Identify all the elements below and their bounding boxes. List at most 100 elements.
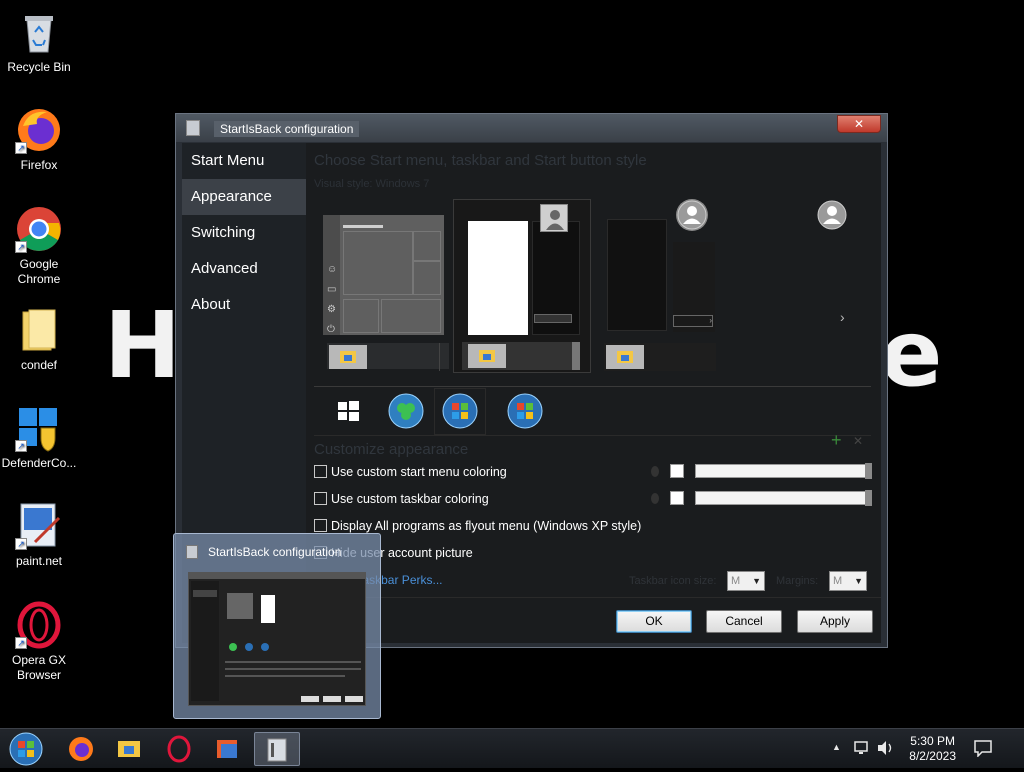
custom-taskbar-coloring-row[interactable]: Use custom taskbar coloring [314, 492, 489, 508]
taskbar-icon-size-dropdown[interactable]: M ▼ [727, 571, 765, 591]
custom-taskbar-coloring-label: Use custom taskbar coloring [331, 492, 489, 506]
style-option-windows10[interactable]: ☺ ▭ ⚙ ⏻ [323, 215, 444, 335]
recycle-bin-icon [15, 8, 63, 56]
custom-taskbar-coloring-checkbox[interactable] [314, 492, 327, 505]
clock-date: 8/2/2023 [909, 749, 956, 763]
custom-start-menu-coloring-row[interactable]: Use custom start menu coloring [314, 465, 507, 481]
desktop-icon-condef[interactable]: condef [0, 306, 78, 373]
start-menu-color-slider[interactable] [695, 463, 872, 479]
desktop-icon-recycle-bin[interactable]: Recycle Bin [0, 8, 78, 75]
shortcut-arrow-icon: ↗ [15, 142, 27, 154]
taskbar-thumbnail-preview[interactable]: StartIsBack configuration [173, 533, 381, 719]
taskbar-preview-1 [327, 343, 449, 369]
window-title: StartIsBack configuration [214, 121, 360, 137]
window-titlebar[interactable]: StartIsBack configuration ✕ [176, 114, 887, 142]
desktop-icon-firefox[interactable]: ↗ Firefox [0, 106, 78, 173]
margins-label: Margins: [776, 575, 819, 587]
chevron-down-icon: ▼ [752, 576, 761, 586]
shortcut-arrow-icon: ↗ [15, 637, 27, 649]
wallpaper-text-right: e [880, 300, 945, 407]
wallpaper-text-left: H [104, 292, 183, 399]
start-menu-opacity-icon [651, 466, 659, 477]
start-button-windows7-alt[interactable] [505, 391, 545, 431]
desktop-icon-defender-control[interactable]: ↗ DefenderCo... [0, 404, 78, 471]
start-button-windows7[interactable] [434, 388, 486, 435]
start-button-clover[interactable] [386, 391, 426, 431]
paint-net-icon: ↗ [15, 502, 63, 550]
defender-control-icon: ↗ [15, 404, 63, 452]
margins-dropdown[interactable]: M ▼ [829, 571, 867, 591]
taskbar-firefox[interactable] [62, 732, 100, 766]
startisback-app-icon [186, 120, 200, 136]
opera-gx-icon [167, 735, 191, 763]
windows10-logo-icon [338, 401, 359, 421]
nav-appearance[interactable]: Appearance [182, 179, 306, 215]
style-option-dark[interactable]: › [607, 219, 717, 335]
taskbar-preview-3-folder-icon [606, 345, 644, 369]
windows7-orb-icon [442, 393, 478, 429]
startisback-app-icon [186, 545, 198, 559]
custom-start-menu-coloring-checkbox[interactable] [314, 465, 327, 478]
chevron-down-icon: ▼ [854, 576, 863, 586]
start-orb-icon [9, 732, 43, 766]
apply-button[interactable]: Apply [797, 610, 873, 633]
customize-heading: Customize appearance [314, 441, 469, 458]
nav-switching[interactable]: Switching [182, 215, 306, 251]
shortcut-arrow-icon: ↗ [15, 241, 27, 253]
flyout-menu-label: Display All programs as flyout menu (Win… [331, 519, 642, 533]
style-heading: Choose Start menu, taskbar and Start but… [314, 152, 647, 169]
file-explorer-icon [118, 741, 140, 757]
close-button[interactable]: ✕ [837, 115, 881, 133]
system-clock[interactable]: 5:30 PM 8/2/2023 [909, 734, 956, 764]
flyout-menu-checkbox[interactable] [314, 519, 327, 532]
opera-gx-icon: ↗ [15, 601, 63, 649]
shortcut-arrow-icon: ↗ [15, 440, 27, 452]
user-avatar-icon-2 [676, 199, 708, 231]
remove-color-icon[interactable]: ✕ [853, 434, 863, 448]
thumbnail-image [188, 572, 366, 706]
network-icon[interactable] [853, 739, 871, 760]
taskbar-color-swatch[interactable] [670, 491, 684, 505]
taskbar-color-slider[interactable] [695, 490, 872, 506]
taskbar-opera-gx[interactable] [160, 732, 198, 766]
taskbar-preview-1-folder-icon [329, 345, 367, 369]
chrome-icon: ↗ [15, 205, 63, 253]
desktop: H e Recycle Bin ↗ Firefox ↗ Google Chrom… [0, 0, 1024, 728]
taskbar-opacity-icon [651, 493, 659, 504]
style-option-windows7[interactable] [453, 199, 591, 373]
thumbnail-title: StartIsBack configuration [208, 545, 342, 559]
taskbar-preview-2-folder-icon [468, 344, 506, 368]
appearance-content: Choose Start menu, taskbar and Start but… [306, 143, 881, 643]
firefox-icon: ↗ [15, 106, 63, 154]
slider-thumb[interactable] [865, 490, 872, 506]
start-button[interactable] [6, 731, 46, 767]
desktop-icon-opera-gx[interactable]: ↗ Opera GX Browser [0, 601, 78, 683]
add-color-icon[interactable]: + [831, 430, 842, 451]
taskbar-startisback-config[interactable] [254, 732, 300, 766]
action-center-icon[interactable] [973, 739, 993, 760]
nav-start-menu[interactable]: Start Menu [182, 143, 306, 179]
taskbar: ▲ 5:30 PM 8/2/2023 [0, 728, 1024, 768]
volume-icon[interactable] [876, 739, 896, 760]
next-style-arrow[interactable]: › [840, 309, 845, 325]
custom-start-menu-coloring-label: Use custom start menu coloring [331, 465, 507, 479]
slider-thumb[interactable] [865, 463, 872, 479]
nav-about[interactable]: About [182, 287, 306, 323]
start-button-windows10[interactable] [328, 391, 368, 431]
taskbar-app-stack[interactable] [208, 732, 246, 766]
desktop-icon-paint-net[interactable]: ↗ paint.net [0, 502, 78, 569]
desktop-icon-chrome[interactable]: ↗ Google Chrome [0, 205, 78, 287]
taskbar-file-explorer[interactable] [110, 732, 148, 766]
user-avatar-icon [540, 204, 568, 232]
show-hidden-icons-chevron[interactable]: ▲ [832, 742, 841, 752]
nav-advanced[interactable]: Advanced [182, 251, 306, 287]
taskbar-icon-size-label: Taskbar icon size: [629, 575, 717, 587]
firefox-icon [69, 737, 93, 761]
startisback-config-icon [267, 738, 287, 762]
cancel-button[interactable]: Cancel [706, 610, 782, 633]
clover-orb-icon [388, 393, 424, 429]
clock-time: 5:30 PM [910, 734, 955, 748]
start-menu-color-swatch[interactable] [670, 464, 684, 478]
shortcut-arrow-icon: ↗ [15, 538, 27, 550]
ok-button[interactable]: OK [616, 610, 692, 633]
